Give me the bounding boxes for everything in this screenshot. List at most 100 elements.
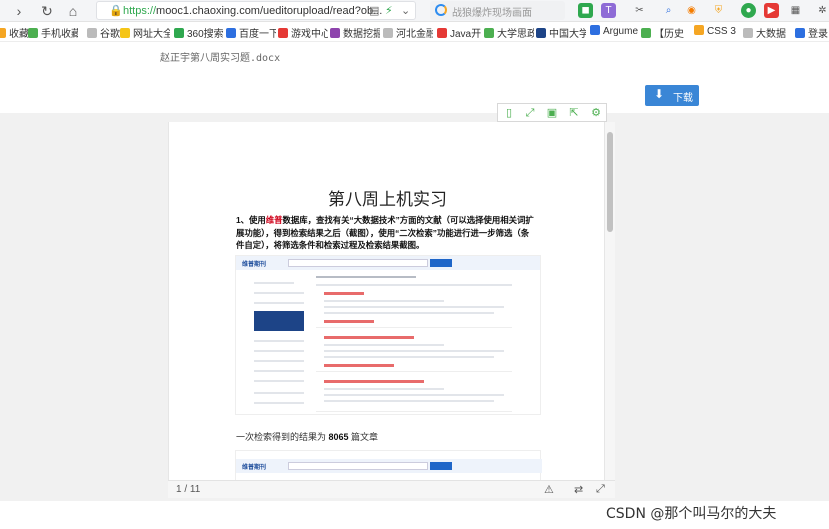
bookmark-label: 手机收藏夹 bbox=[41, 29, 78, 39]
reload-icon[interactable]: ↻ bbox=[38, 2, 56, 20]
page-title: 第八周上机实习 bbox=[328, 190, 447, 210]
bookmark-item[interactable]: 河北金融 bbox=[383, 25, 433, 39]
bookmark-favicon-icon bbox=[87, 28, 97, 38]
screenshot-banner bbox=[254, 311, 304, 331]
save-icon[interactable]: ▣ bbox=[544, 106, 560, 120]
vertical-scrollbar[interactable] bbox=[605, 122, 615, 480]
bookmark-label: 收藏 bbox=[9, 29, 29, 39]
bookmark-favicon-icon bbox=[278, 28, 288, 38]
screenshot-sidebar bbox=[250, 276, 310, 412]
bookmark-item[interactable]: Argume bbox=[590, 25, 638, 39]
bookmark-item[interactable]: CSS 3 bbox=[694, 25, 736, 39]
bookmark-favicon-icon bbox=[694, 25, 704, 35]
scissors-icon[interactable]: ✂ bbox=[632, 3, 647, 18]
bookmark-item[interactable]: 网址大全 bbox=[120, 25, 170, 39]
lightning-icon[interactable]: ⚡ bbox=[385, 4, 393, 17]
bookmark-icon[interactable]: ▯ bbox=[501, 106, 517, 120]
address-bar[interactable]: 🔒 https://mooc1.chaoxing.com/ueditoruplo… bbox=[96, 1, 416, 20]
bookmark-item[interactable]: 中国大学 bbox=[536, 25, 586, 39]
bookmark-favicon-icon bbox=[383, 28, 393, 38]
download-label: 下载 bbox=[673, 93, 693, 104]
warning-icon[interactable]: ⚠ bbox=[544, 483, 554, 496]
bookmark-favicon-icon bbox=[795, 28, 805, 38]
chevron-down-icon[interactable]: ⌄ bbox=[401, 4, 410, 17]
bookmark-label: 中国大学 bbox=[549, 29, 586, 39]
gear-icon[interactable]: ⚙ bbox=[588, 106, 604, 120]
bookmark-item[interactable]: 游戏中心 bbox=[278, 25, 328, 39]
bookmark-label: Argume bbox=[603, 26, 639, 37]
screenshot-logo: 维普期刊 bbox=[242, 465, 267, 471]
second-screenshot: 维普期刊 bbox=[235, 450, 542, 480]
bookmark-item[interactable]: 大学思政 bbox=[484, 25, 534, 39]
highlight-term: 维普 bbox=[265, 215, 283, 225]
search-input[interactable]: 战狼爆炸现场画面 bbox=[430, 1, 565, 20]
bookmark-item[interactable]: 百度一下 bbox=[226, 25, 276, 39]
bookmark-label: 谷歌 bbox=[100, 29, 120, 39]
bookmark-favicon-icon bbox=[174, 28, 184, 38]
bookmark-label: 百度一下 bbox=[239, 29, 276, 39]
home-icon[interactable]: ⌂ bbox=[64, 2, 82, 20]
bookmark-favicon-icon bbox=[590, 25, 600, 35]
game-icon[interactable]: ◉ bbox=[684, 3, 699, 18]
bookmark-item[interactable]: 谷歌 bbox=[87, 25, 120, 39]
bookmark-item[interactable]: 数据挖掘 bbox=[330, 25, 380, 39]
lock-icon: 🔒 bbox=[109, 5, 123, 17]
bookmark-item[interactable]: 大数据 bbox=[743, 25, 786, 39]
fullscreen-icon[interactable]: ⤢ bbox=[522, 106, 538, 120]
shield-icon[interactable]: ⛨ bbox=[711, 3, 726, 18]
bookmark-item[interactable]: 收藏 bbox=[0, 25, 29, 39]
browser-toolbar: › ↻ ⌂ 🔒 https://mooc1.chaoxing.com/uedit… bbox=[0, 0, 829, 22]
bookmark-favicon-icon bbox=[226, 28, 236, 38]
bookmark-favicon-icon bbox=[330, 28, 340, 38]
scroll-thumb[interactable] bbox=[607, 132, 613, 232]
bookmark-label: 数据挖掘 bbox=[343, 29, 380, 39]
bookmark-favicon-icon bbox=[743, 28, 753, 38]
download-button[interactable]: ⬇ 下载 bbox=[645, 85, 699, 106]
green-circle-icon[interactable]: ● bbox=[741, 3, 756, 18]
screenshot-logo: 维普期刊 bbox=[242, 262, 267, 268]
settings-icon[interactable]: ✲ bbox=[815, 3, 829, 18]
bookmark-label: 360搜索 bbox=[187, 29, 224, 39]
bookmark-favicon-icon bbox=[437, 28, 447, 38]
bookmark-label: 游戏中心 bbox=[291, 29, 328, 39]
reader-icon[interactable]: ▤ bbox=[369, 4, 379, 17]
watermark: CSDN @那个叫马尔的大夫 bbox=[606, 506, 777, 522]
bookmark-item[interactable]: 360搜索 bbox=[174, 25, 224, 39]
screenshot-search-input bbox=[288, 462, 428, 470]
bookmark-label: 网址大全 bbox=[133, 29, 170, 39]
translate-icon[interactable]: T bbox=[601, 3, 616, 18]
document-page: 第八周上机实习 1、使用维普数据库，查找有关“大数据技术”方面的文献（可以选择使… bbox=[168, 122, 605, 480]
url-text: https://mooc1.chaoxing.com/ueditorupload… bbox=[123, 5, 383, 17]
viewer-bottom-bar: 1 / 11 ⚠ ⇄ ⤢ bbox=[168, 480, 615, 498]
share-icon[interactable]: ⇱ bbox=[566, 106, 582, 120]
bookmark-label: 河北金融 bbox=[396, 29, 433, 39]
swap-icon[interactable]: ⇄ bbox=[574, 483, 583, 496]
viewer-toolbar: ▯ ⤢ ▣ ⇱ ⚙ bbox=[497, 103, 607, 122]
video-icon[interactable]: ▶ bbox=[764, 3, 779, 18]
download-icon: ⬇ bbox=[654, 87, 665, 101]
result-item bbox=[316, 288, 512, 328]
bookmark-favicon-icon bbox=[0, 28, 6, 38]
bookmark-item[interactable]: 手机收藏夹 bbox=[28, 25, 78, 39]
document-filename: 赵正宇第八周实习题.docx bbox=[160, 53, 281, 64]
bookmark-favicon-icon bbox=[536, 28, 546, 38]
bookmark-label: 大学思政 bbox=[497, 29, 534, 39]
search-screenshot: 维普期刊 bbox=[235, 255, 541, 415]
result-caption: 一次检索得到的结果为 8065 篇文章 bbox=[236, 432, 379, 442]
bookmark-item[interactable]: 登录 bbox=[795, 25, 828, 39]
forward-icon[interactable]: › bbox=[10, 2, 28, 20]
bookmark-item[interactable]: 【历史 bbox=[641, 25, 684, 39]
screenshot-search-input bbox=[288, 259, 428, 267]
bookmark-label: Java开 bbox=[450, 29, 482, 39]
bookmarks-bar: 收藏 手机收藏夹 谷歌 网址大全 360搜索 百度一下 游戏中心 数据挖掘 河北金融 Java开 大… bbox=[0, 22, 829, 42]
bookmark-favicon-icon bbox=[120, 28, 130, 38]
bookmark-item[interactable]: Java开 bbox=[437, 25, 481, 39]
wechat-icon[interactable]: ◼ bbox=[578, 3, 593, 18]
search-engine-icon bbox=[435, 4, 447, 16]
question-text: 1、使用维普数据库，查找有关“大数据技术”方面的文献（可以选择使用相关词扩展功能… bbox=[236, 215, 534, 250]
page-indicator: 1 / 11 bbox=[176, 484, 201, 495]
grid-icon[interactable]: ▦ bbox=[788, 3, 803, 18]
expand-icon[interactable]: ⤢ bbox=[596, 483, 605, 496]
screenshot-search-button bbox=[430, 259, 452, 267]
magnifier-icon[interactable]: ⌕ bbox=[661, 3, 676, 18]
